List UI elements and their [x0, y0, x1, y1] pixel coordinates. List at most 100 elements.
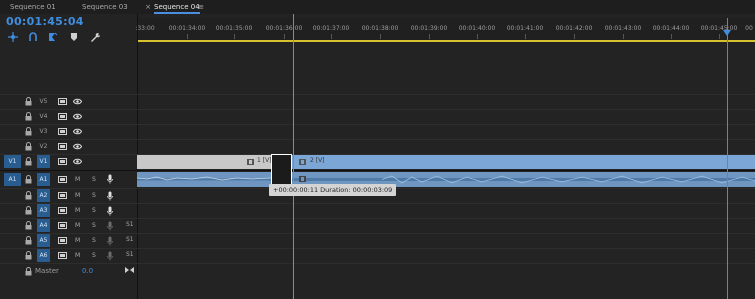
source-patch-a1[interactable]: A1 — [4, 173, 21, 186]
solo-button[interactable]: S — [92, 207, 96, 214]
solo-button[interactable]: S — [92, 192, 96, 199]
ruler-tick — [525, 34, 526, 39]
track-target-a3[interactable]: A3 — [37, 204, 50, 217]
track-header-a5: A5 M S S1 — [0, 234, 137, 248]
ruler-tick — [429, 34, 430, 39]
time-ruler[interactable]: :33:00 00:01:34:00 00:01:35:00 00:01:36:… — [135, 18, 755, 42]
sync-lock-icon[interactable] — [58, 128, 67, 135]
track-target-v5[interactable]: V5 — [37, 95, 50, 108]
sync-lock-icon[interactable] — [58, 252, 67, 259]
ripple-trim-gap[interactable] — [271, 154, 292, 187]
mute-button[interactable]: M — [75, 237, 80, 244]
work-area-bar[interactable] — [137, 40, 755, 42]
lock-icon[interactable] — [25, 191, 32, 200]
ruler-label: 00 — [745, 25, 753, 32]
ruler-label: 00:01:44:00 — [652, 25, 690, 32]
marker-icon[interactable] — [69, 32, 79, 42]
solo-button[interactable]: S — [92, 222, 96, 229]
ruler-label: 00:01:38:00 — [361, 25, 399, 32]
lock-icon[interactable] — [25, 127, 32, 136]
sync-lock-icon[interactable] — [58, 192, 67, 199]
track-header-v1: V1 V1 — [0, 155, 137, 169]
snap-icon[interactable] — [8, 32, 18, 42]
microphone-icon[interactable] — [107, 174, 113, 184]
lock-icon[interactable] — [25, 112, 32, 121]
master-volume-value[interactable]: 0.0 — [82, 267, 93, 275]
eye-icon[interactable] — [73, 158, 82, 165]
video-clip-2[interactable]: 2 [V] — [292, 155, 755, 169]
lock-icon[interactable] — [25, 236, 32, 245]
lock-icon[interactable] — [25, 206, 32, 215]
master-track-label: Master — [35, 267, 59, 275]
sync-lock-icon[interactable] — [58, 237, 67, 244]
master-lock-icon[interactable] — [25, 267, 32, 276]
lock-icon[interactable] — [25, 157, 32, 166]
tab-menu-icon[interactable]: ≡ — [197, 0, 205, 14]
ruler-label: 00:01:35:00 — [215, 25, 253, 32]
edit-point-line — [293, 14, 294, 299]
audio-clip-1[interactable] — [136, 172, 272, 187]
track-header-v5: V5 — [0, 95, 137, 109]
lock-icon[interactable] — [25, 142, 32, 151]
track-header-a4: A4 M S S1 — [0, 219, 137, 233]
sync-lock-icon[interactable] — [58, 176, 67, 183]
sync-lock-icon[interactable] — [58, 158, 67, 165]
track-target-v1[interactable]: V1 — [37, 155, 50, 168]
mute-button[interactable]: M — [75, 207, 80, 214]
wrench-icon[interactable] — [90, 32, 100, 42]
solo-button[interactable]: S — [92, 176, 96, 183]
fx-badge-icon — [299, 176, 306, 182]
eye-icon[interactable] — [73, 128, 82, 135]
solo-button[interactable]: S — [92, 252, 96, 259]
sync-lock-icon[interactable] — [58, 207, 67, 214]
microphone-icon[interactable] — [107, 206, 113, 216]
track-target-a2[interactable]: A2 — [37, 189, 50, 202]
microphone-icon[interactable] — [107, 221, 113, 231]
lock-icon[interactable] — [25, 221, 32, 230]
track-target-v2[interactable]: V2 — [37, 140, 50, 153]
timeline-panel: Sequence 01 Sequence 03 × Sequence 04 ≡ … — [0, 0, 755, 299]
sync-lock-icon[interactable] — [58, 143, 67, 150]
playhead-timecode[interactable]: 00:01:45:04 — [6, 15, 84, 28]
track-target-a4[interactable]: A4 — [37, 219, 50, 232]
track-target-v3[interactable]: V3 — [37, 125, 50, 138]
sync-lock-icon[interactable] — [58, 113, 67, 120]
tab-close-icon[interactable]: × — [144, 0, 152, 14]
tab-sequence-04[interactable]: Sequence 04 — [154, 0, 200, 14]
lock-icon[interactable] — [25, 175, 32, 184]
video-clip-1[interactable]: 1 [V] — [137, 155, 272, 169]
eye-icon[interactable] — [73, 98, 82, 105]
ruler-label: 00:01:36:00 — [265, 25, 303, 32]
eye-icon[interactable] — [73, 113, 82, 120]
mute-button[interactable]: M — [75, 222, 80, 229]
mute-button[interactable]: M — [75, 252, 80, 259]
go-to-end-icon[interactable] — [125, 266, 134, 274]
track-target-a1[interactable]: A1 — [37, 173, 50, 186]
playhead-handle[interactable] — [723, 30, 731, 36]
microphone-icon[interactable] — [107, 191, 113, 201]
solo-button[interactable]: S — [92, 237, 96, 244]
lock-icon[interactable] — [25, 97, 32, 106]
microphone-icon[interactable] — [107, 251, 113, 261]
clip-label: 1 [V] — [257, 157, 272, 164]
channel-label: S1 — [126, 236, 134, 243]
linked-selection-icon[interactable] — [28, 32, 38, 42]
microphone-icon[interactable] — [107, 236, 113, 246]
sync-lock-icon[interactable] — [58, 222, 67, 229]
mute-button[interactable]: M — [75, 192, 80, 199]
mute-button[interactable]: M — [75, 176, 80, 183]
sync-lock-icon[interactable] — [58, 98, 67, 105]
tab-sequence-03[interactable]: Sequence 03 — [82, 0, 128, 14]
track-divider — [0, 263, 755, 264]
track-target-v4[interactable]: V4 — [37, 110, 50, 123]
add-marker-icon[interactable] — [48, 32, 58, 42]
track-target-a5[interactable]: A5 — [37, 234, 50, 247]
playhead-line[interactable] — [727, 18, 728, 299]
sequence-tabs: Sequence 01 Sequence 03 × Sequence 04 ≡ — [0, 0, 755, 14]
source-patch-v1[interactable]: V1 — [4, 155, 21, 168]
fx-badge-icon — [299, 159, 306, 165]
lock-icon[interactable] — [25, 251, 32, 260]
track-target-a6[interactable]: A6 — [37, 249, 50, 262]
eye-icon[interactable] — [73, 143, 82, 150]
tab-sequence-01[interactable]: Sequence 01 — [10, 0, 56, 14]
